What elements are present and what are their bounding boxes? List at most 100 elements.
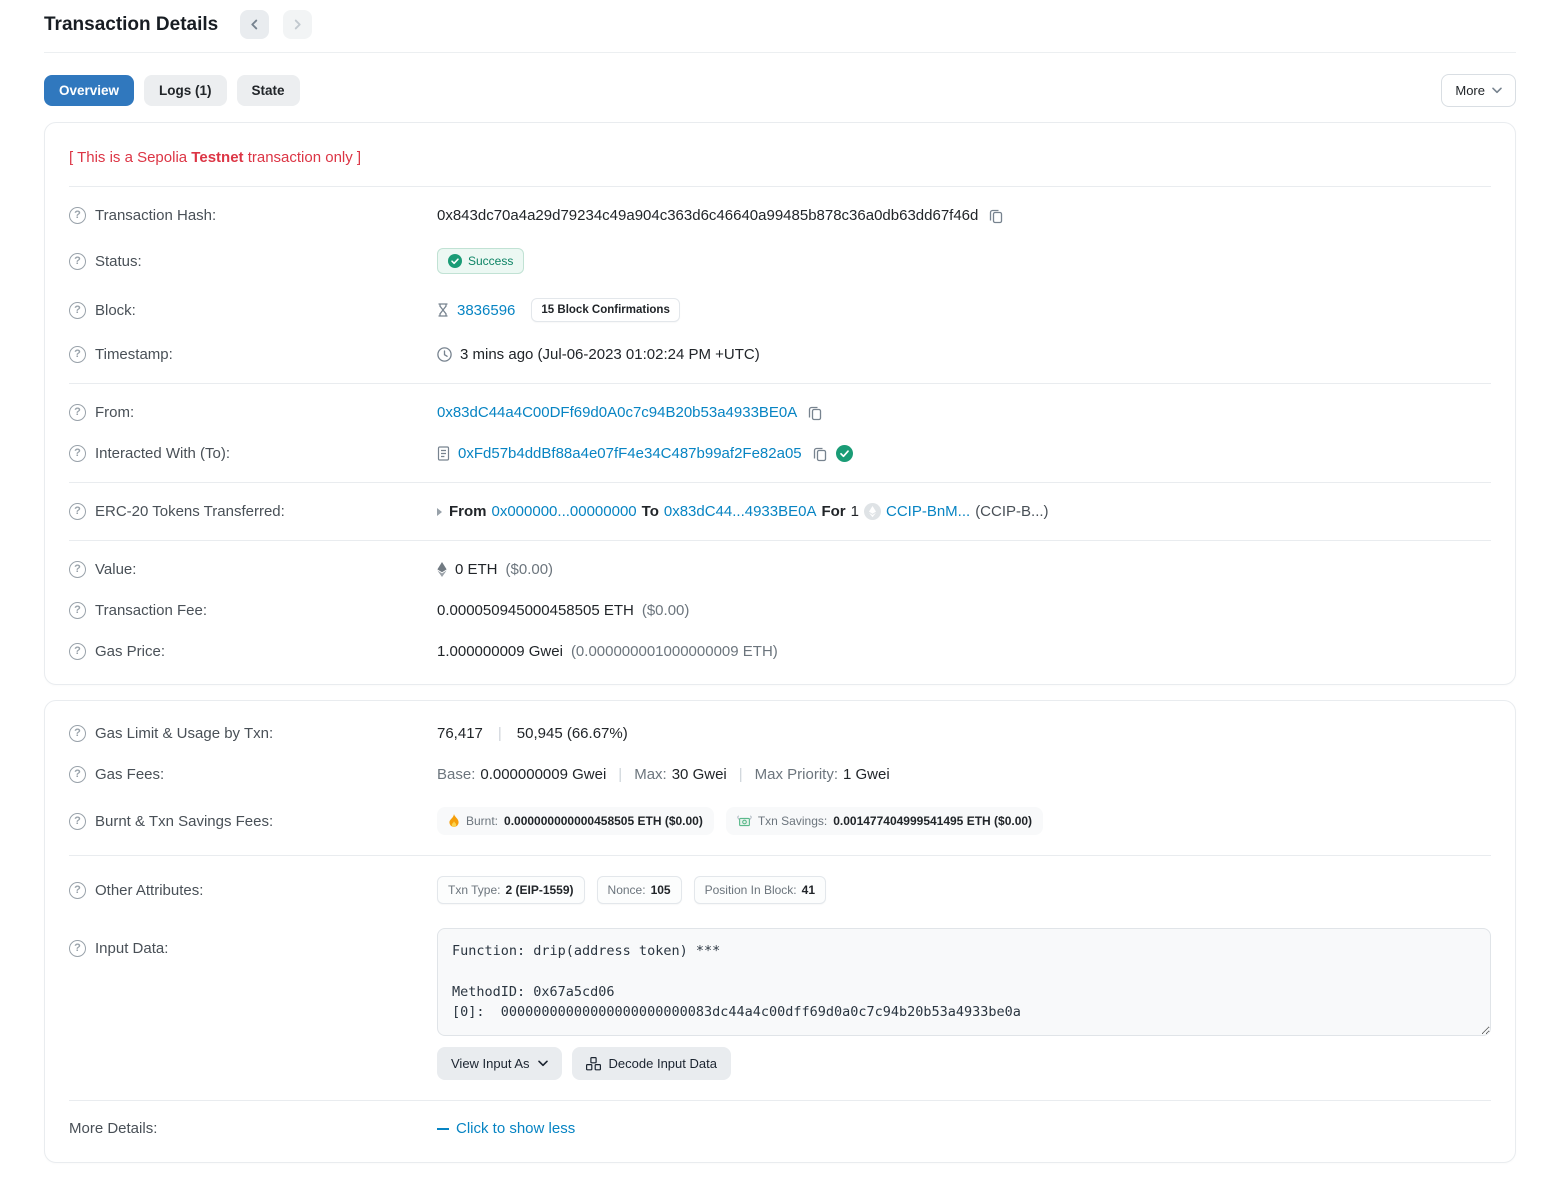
overview-card: [ This is a Sepolia Testnet transaction … [44,122,1516,685]
nonce-value: 105 [651,883,671,897]
help-icon: ? [69,503,86,520]
header-divider [44,52,1516,53]
verified-check-icon [836,445,853,462]
block-number-link[interactable]: 3836596 [457,302,515,319]
help-icon: ? [69,302,86,319]
position-in-block-value: 41 [802,883,815,897]
other-attributes-row: ?Other Attributes: Txn Type: 2 (EIP-1559… [69,864,1491,916]
gas-price-row: ?Gas Price: 1.000000009 Gwei (0.00000000… [69,631,1491,672]
erc20-amount: 1 [851,503,859,520]
help-icon: ? [69,882,86,899]
interacted-with-row: ?Interacted With (To): 0xFd57b4ddBf88a4e… [69,433,1491,474]
help-icon: ? [69,643,86,660]
help-icon: ? [69,445,86,462]
input-data-textarea[interactable]: Function: drip(address token) *** Method… [437,928,1491,1036]
transaction-fee-eth: 0.000050945000458505 ETH [437,602,634,619]
token-name-link[interactable]: CCIP-BnM... [886,503,970,520]
gas-fee-base: 0.000000009 Gwei [480,766,606,783]
tab-bar: Overview Logs (1) State More [44,74,1516,107]
copy-icon [812,446,828,462]
copy-from-address-button[interactable] [807,405,823,421]
copy-hash-button[interactable] [988,208,1004,224]
value-row: ?Value: 0 ETH ($0.00) [69,549,1491,590]
gas-fee-max: 30 Gwei [672,766,727,783]
copy-icon [807,405,823,421]
copy-icon [988,208,1004,224]
from-row: ?From: 0x83dC44a4C00DFf69d0A0c7c94B20b53… [69,392,1491,433]
erc20-from-address-link[interactable]: 0x000000...00000000 [492,503,637,520]
gas-price-gwei: 1.000000009 Gwei [437,643,563,660]
gas-price-eth: (0.000000001000000009 ETH) [571,643,778,660]
nonce-badge: Nonce: 105 [597,876,682,904]
testnet-notice: [ This is a Sepolia Testnet transaction … [69,135,1491,178]
chevron-down-icon [538,1060,548,1067]
help-icon: ? [69,404,86,421]
next-transaction-button[interactable] [283,10,312,39]
help-icon: ? [69,940,86,957]
eth-icon [437,562,447,577]
more-button[interactable]: More [1441,74,1516,107]
tab-state[interactable]: State [237,75,300,106]
token-symbol: (CCIP-B...) [975,503,1048,520]
gas-usage: 50,945 (66.67%) [517,725,628,742]
decode-input-data-button[interactable]: Decode Input Data [572,1047,731,1080]
burnt-savings-row: ?Burnt & Txn Savings Fees: Burnt: 0.0000… [69,795,1491,847]
burnt-fee-value: 0.000000000000458505 ETH ($0.00) [504,814,703,828]
help-icon: ? [69,766,86,783]
gas-limit-usage-row: ?Gas Limit & Usage by Txn: 76,417 | 50,9… [69,713,1491,754]
value-eth: 0 ETH [455,561,498,578]
cubes-icon [586,1057,601,1071]
transaction-details-page: Transaction Details Overview Logs (1) St… [0,0,1560,1183]
help-icon: ? [69,813,86,830]
txn-savings-value: 0.001477404999541495 ETH ($0.00) [833,814,1032,828]
hourglass-icon [437,303,449,317]
input-data-row: ?Input Data: Function: drip(address toke… [69,916,1491,1092]
help-icon: ? [69,253,86,270]
transaction-fee-usd: ($0.00) [642,602,690,619]
timestamp-value: 3 mins ago (Jul-06-2023 01:02:24 PM +UTC… [460,346,760,363]
txn-savings-badge: Txn Savings: 0.001477404999541495 ETH ($… [726,807,1043,835]
show-less-toggle[interactable]: Click to show less [437,1120,575,1137]
previous-transaction-button[interactable] [240,10,269,39]
transaction-hash-row: ?Transaction Hash: 0x843dc70a4a29d79234c… [69,195,1491,236]
help-icon: ? [69,725,86,742]
timestamp-row: ?Timestamp: 3 mins ago (Jul-06-2023 01:0… [69,334,1491,375]
money-wings-icon [737,815,752,828]
gas-limit: 76,417 [437,725,483,742]
block-row: ?Block: 3836596 15 Block Confirmations [69,286,1491,334]
erc20-to-address-link[interactable]: 0x83dC44...4933BE0A [664,503,817,520]
status-badge: Success [437,248,524,274]
gas-fee-max-priority: 1 Gwei [843,766,890,783]
txn-type-badge: Txn Type: 2 (EIP-1559) [437,876,585,904]
help-icon: ? [69,602,86,619]
transaction-hash-value: 0x843dc70a4a29d79234c49a904c363d6c46640a… [437,207,978,224]
copy-to-address-button[interactable] [812,446,828,462]
position-in-block-badge: Position In Block: 41 [694,876,826,904]
minus-icon [437,1128,449,1130]
value-usd: ($0.00) [506,561,554,578]
chevron-right-icon [292,19,303,30]
gas-fees-row: ?Gas Fees: Base: 0.000000009 Gwei | Max:… [69,754,1491,795]
tab-overview[interactable]: Overview [44,75,134,106]
help-icon: ? [69,207,86,224]
contract-document-icon [437,446,450,461]
chevron-left-icon [249,19,260,30]
page-header: Transaction Details [44,10,1516,39]
chevron-down-icon [1492,87,1502,94]
erc20-transfers-row: ?ERC-20 Tokens Transferred: From 0x00000… [69,491,1491,532]
block-confirmations-badge: 15 Block Confirmations [531,298,679,322]
help-icon: ? [69,561,86,578]
help-icon: ? [69,346,86,363]
clock-icon [437,347,452,362]
token-logo-icon [864,503,881,520]
flame-icon [448,814,460,828]
view-input-as-button[interactable]: View Input As [437,1047,562,1080]
page-title: Transaction Details [44,14,218,36]
status-row: ?Status: Success [69,236,1491,286]
to-address-link[interactable]: 0xFd57b4ddBf88a4e07fF4e34C487b99af2Fe82a… [458,445,802,462]
tab-logs[interactable]: Logs (1) [144,75,227,106]
txn-type-value: 2 (EIP-1559) [505,883,573,897]
more-details-row: More Details: Click to show less [69,1100,1491,1158]
from-address-link[interactable]: 0x83dC44a4C00DFf69d0A0c7c94B20b53a4933BE… [437,404,797,421]
transaction-fee-row: ?Transaction Fee: 0.000050945000458505 E… [69,590,1491,631]
